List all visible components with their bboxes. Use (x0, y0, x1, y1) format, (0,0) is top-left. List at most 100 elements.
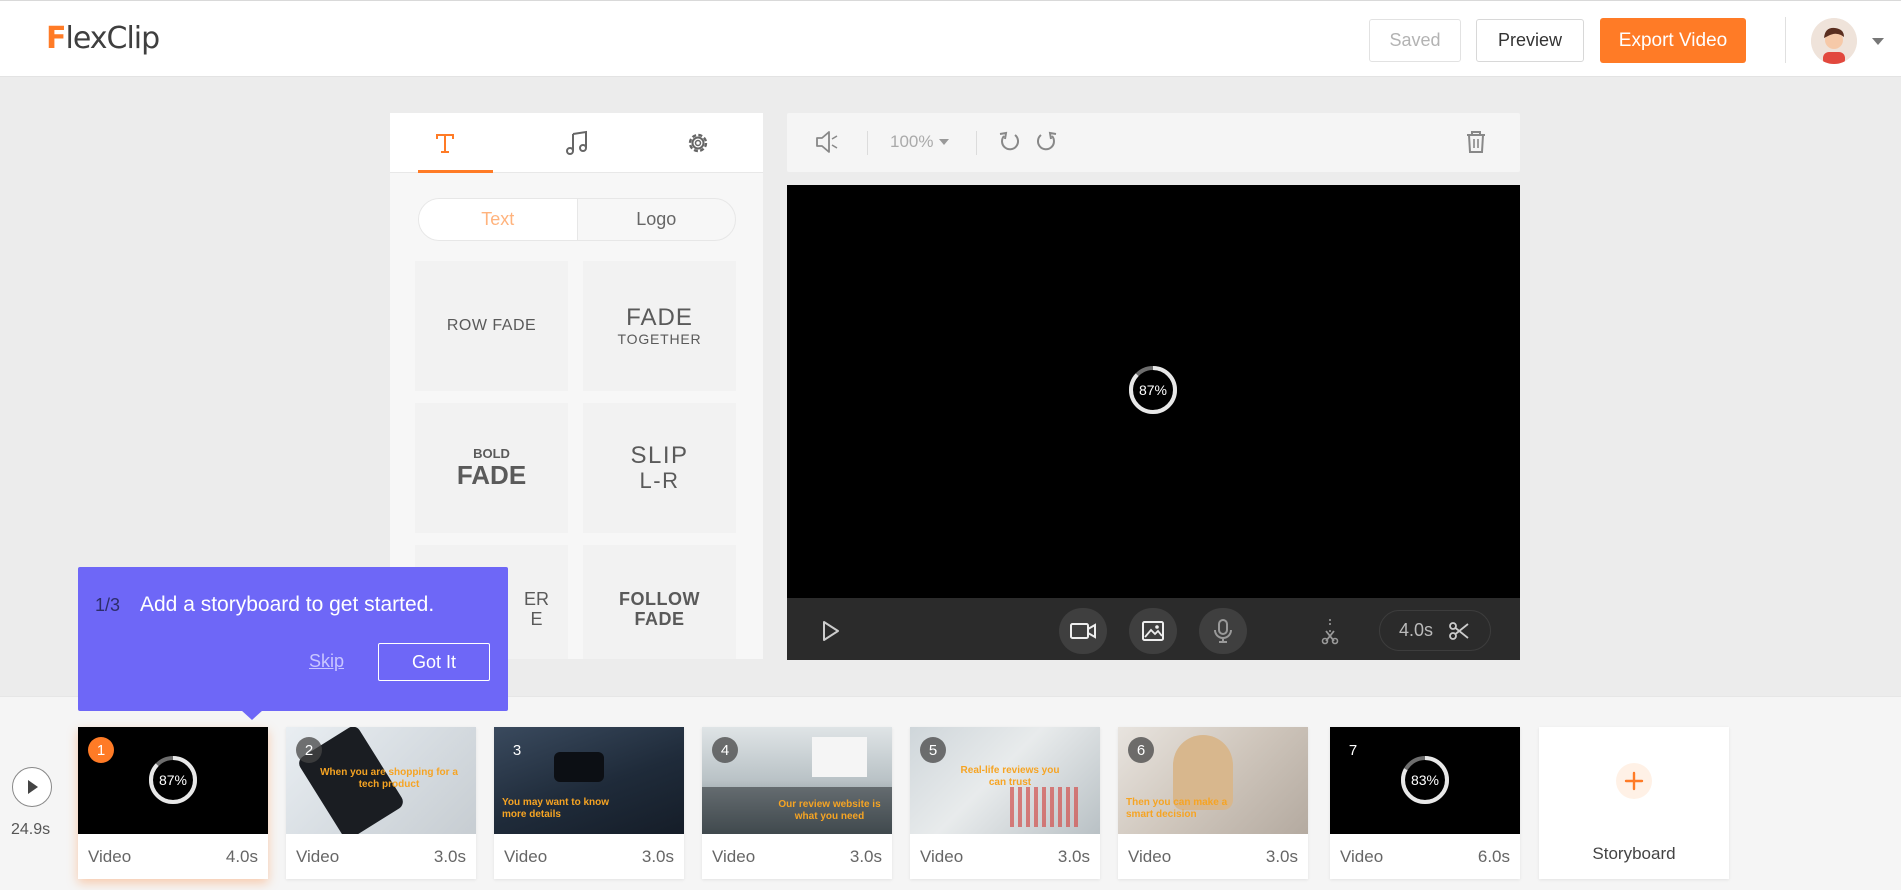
tab-music[interactable] (547, 127, 607, 159)
add-image-button[interactable] (1129, 608, 1177, 654)
tooltip-step: 1/3 (95, 595, 121, 615)
clip-number: 2 (296, 737, 322, 763)
split-button[interactable] (1307, 608, 1353, 654)
storyboard-clip-4[interactable]: Our review website is what you need 4 Vi… (702, 727, 892, 879)
clip-caption: Real-life reviews you can trust (960, 765, 1060, 788)
tooltip-message: Add a storyboard to get started. (140, 593, 435, 616)
clip-caption: When you are shopping for a tech product (320, 767, 458, 790)
card-label: SLIP (630, 441, 689, 469)
music-icon (566, 130, 587, 155)
play-all-button[interactable] (12, 767, 52, 807)
logo-text: lexClip (65, 21, 161, 56)
zoom-level: 100% (890, 132, 934, 151)
play-button[interactable] (807, 608, 853, 654)
loading-indicator: 83% (1399, 754, 1451, 806)
clip-duration: 6.0s (1477, 846, 1510, 866)
clip-duration: 3.0s (1265, 846, 1298, 866)
text-icon (436, 134, 454, 153)
card-sublabel: FADE (634, 609, 685, 629)
storyboard-clip-5[interactable]: Real-life reviews you can trust 5 Video … (910, 727, 1100, 879)
clip-type: Video (88, 846, 132, 866)
flexclip-logo[interactable]: FlexClip (46, 21, 161, 56)
clip-footer: Video 3.0s (286, 834, 476, 879)
animation-card-row-fade[interactable]: ROW FADE (415, 261, 568, 391)
card-sublabel: TOGETHER (617, 330, 702, 347)
text-logo-switch: Text Logo (418, 198, 736, 241)
animation-card-slip-lr[interactable]: SLIP L-R (583, 403, 736, 533)
toolbar-divider (867, 131, 868, 155)
plus-icon (1616, 763, 1652, 799)
clip-duration: 3.0s (433, 846, 466, 866)
card-label: BOLD (473, 445, 510, 461)
total-duration: 24.9s (11, 821, 51, 838)
clip-footer: Video 6.0s (1330, 834, 1520, 879)
clip-number: 3 (512, 741, 522, 759)
preview-toolbar: 100% (787, 113, 1520, 172)
redo-icon[interactable] (1033, 128, 1061, 156)
player-controls: 4.0s (787, 598, 1520, 660)
add-storyboard-label: Storyboard (1592, 844, 1676, 863)
storyboard-clip-6[interactable]: Then you can make a smart decision 6 Vid… (1118, 727, 1308, 879)
got-it-button[interactable]: Got It (378, 643, 490, 681)
segment-text[interactable]: Text (419, 199, 578, 240)
undo-icon[interactable] (995, 128, 1023, 156)
preview-button[interactable]: Preview (1476, 19, 1584, 62)
tab-settings[interactable] (668, 127, 728, 159)
segment-logo[interactable]: Logo (578, 199, 736, 240)
clip-duration: 3.0s (849, 846, 882, 866)
card-label: ROW FADE (446, 317, 537, 335)
clip-caption: Our review website is what you need (778, 799, 881, 822)
clip-duration: 3.0s (641, 846, 674, 866)
card-label: FADE (626, 304, 693, 332)
loading-percent: 83% (1410, 772, 1440, 788)
animation-card-follow-fade[interactable]: FOLLOW FADE (583, 545, 736, 659)
trash-icon[interactable] (1463, 128, 1489, 156)
storyboard-clip-7[interactable]: 83% 7 Video 6.0s (1330, 727, 1520, 879)
add-storyboard-button[interactable]: Storyboard (1539, 727, 1729, 879)
tab-text[interactable] (415, 127, 475, 159)
volume-icon[interactable] (813, 128, 841, 156)
app-header: FlexClip Saved Preview Export Video (0, 0, 1901, 77)
saved-button[interactable]: Saved (1369, 19, 1461, 62)
add-video-button[interactable] (1059, 608, 1107, 654)
clip-caption: Then you can make a smart decision (1126, 797, 1228, 820)
card-label: FOLLOW (619, 589, 700, 610)
export-video-button[interactable]: Export Video (1600, 18, 1746, 63)
clip-number: 1 (88, 737, 114, 763)
user-avatar[interactable] (1811, 18, 1857, 64)
clip-footer: Video 4.0s (78, 834, 268, 879)
clip-type: Video (296, 846, 340, 866)
clip-footer: Video 3.0s (1118, 834, 1308, 879)
chevron-down-icon (939, 139, 950, 145)
clip-caption: You may want to know more details (502, 797, 610, 820)
clip-type: Video (712, 846, 756, 866)
clip-number: 5 (920, 737, 946, 763)
gear-icon (688, 133, 708, 153)
clip-footer: Video 3.0s (910, 834, 1100, 879)
storyboard-clip-3[interactable]: You may want to know more details 3 Vide… (494, 727, 684, 879)
card-sublabel: L-R (639, 468, 680, 494)
split-icon (1321, 619, 1339, 645)
clip-number: 7 (1348, 741, 1358, 759)
animation-card-bold-fade[interactable]: BOLD FADE (415, 403, 568, 533)
clip-duration: 4.0s (1398, 620, 1434, 640)
chevron-down-icon[interactable] (1872, 38, 1884, 45)
image-icon (1142, 621, 1164, 641)
whiteboard-shape (812, 737, 867, 777)
chart-bars-shape (1010, 787, 1080, 827)
storyboard-clip-2[interactable]: When you are shopping for a tech product… (286, 727, 476, 879)
toolbar-divider (976, 131, 977, 155)
video-icon (1070, 623, 1096, 639)
zoom-dropdown[interactable]: 100% (890, 132, 950, 152)
storyboard-timeline: 24.9s 87% 1 Video 4.0s When you are shop… (0, 696, 1901, 890)
duration-trim-control[interactable]: 4.0s (1379, 610, 1491, 651)
record-voice-button[interactable] (1199, 608, 1247, 654)
panel-tabs (390, 113, 763, 173)
skip-link[interactable]: Skip (309, 651, 344, 672)
video-preview[interactable]: 87% 4.0s (787, 185, 1520, 660)
animation-card-fade-together[interactable]: FADE TOGETHER (583, 261, 736, 391)
scissors-icon (1449, 621, 1469, 640)
storyboard-clip-1[interactable]: 87% 1 Video 4.0s (78, 727, 268, 879)
loading-indicator: 87% (147, 754, 199, 806)
clip-type: Video (920, 846, 964, 866)
